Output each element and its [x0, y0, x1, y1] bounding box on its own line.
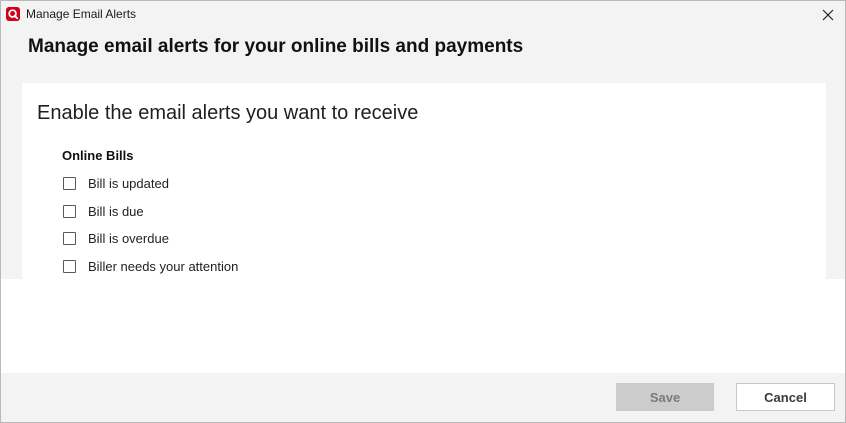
title-bar: Manage Email Alerts	[1, 1, 845, 29]
option-label: Bill is updated	[88, 175, 169, 191]
option-label: Biller needs your attention	[88, 258, 239, 274]
save-button[interactable]: Save	[616, 383, 714, 411]
option-label: Bill is due	[88, 203, 144, 219]
option-bill-updated[interactable]: Bill is updated	[63, 174, 169, 192]
panel-subtitle: Enable the email alerts you want to rece…	[37, 102, 419, 124]
option-bill-overdue[interactable]: Bill is overdue	[63, 229, 169, 247]
option-biller-attention[interactable]: Biller needs your attention	[63, 257, 238, 275]
content-area	[1, 279, 845, 373]
close-button[interactable]	[813, 1, 843, 29]
cancel-button[interactable]: Cancel	[736, 383, 835, 411]
dialog-footer: Save Cancel	[1, 373, 845, 422]
alerts-panel: Enable the email alerts you want to rece…	[22, 83, 826, 279]
dialog-window: Manage Email Alerts Manage email alerts …	[0, 0, 846, 423]
window-title: Manage Email Alerts	[26, 7, 137, 21]
checkbox[interactable]	[63, 204, 76, 218]
close-icon	[822, 9, 834, 21]
page-title: Manage email alerts for your online bill…	[28, 36, 524, 57]
q-logo-icon	[6, 7, 20, 21]
option-label: Bill is overdue	[88, 230, 169, 246]
checkbox[interactable]	[63, 259, 76, 273]
section-label-online-bills: Online Bills	[62, 148, 134, 163]
checkbox[interactable]	[63, 231, 76, 245]
checkbox[interactable]	[63, 176, 76, 190]
option-bill-due[interactable]: Bill is due	[63, 202, 144, 220]
